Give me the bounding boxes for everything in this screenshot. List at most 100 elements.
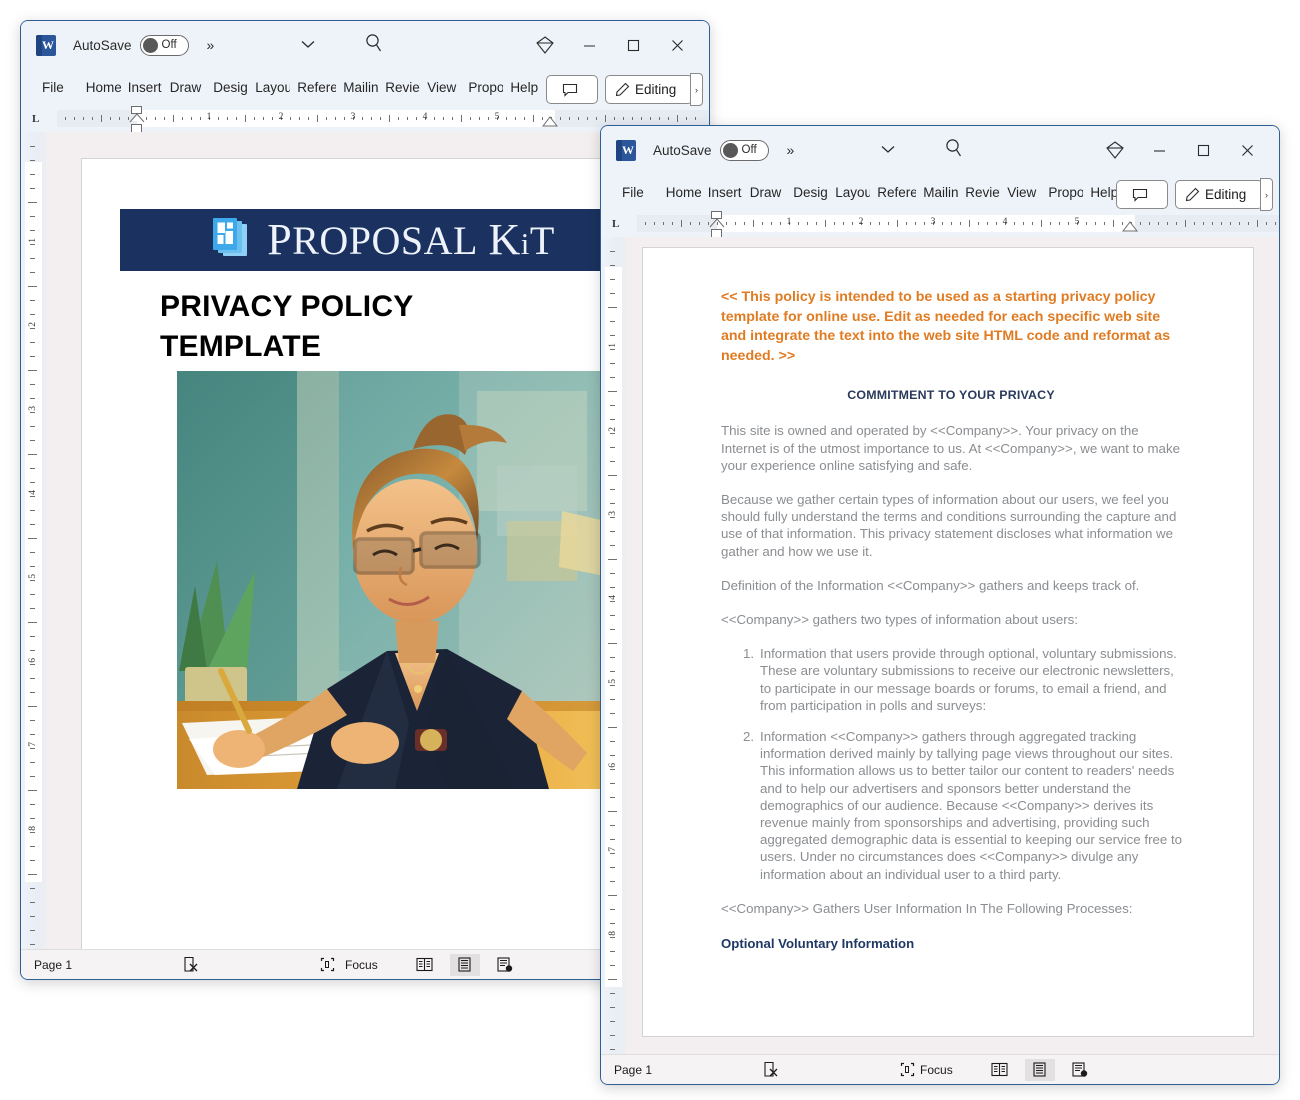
status-bar-front[interactable]: Page 1 Focus (601, 1054, 1279, 1084)
window-controls-front[interactable] (1093, 126, 1269, 174)
tab-mailings[interactable]: Mailings (338, 75, 378, 100)
word-window-front[interactable]: W AutoSave Off » File Home Insert Draw D… (600, 125, 1280, 1085)
ribbon-right-group-back[interactable]: Editing › (546, 73, 703, 106)
ribbon-tabs-back[interactable]: File Home Insert Draw Design Layout Refe… (21, 69, 709, 106)
editing-mode-button[interactable]: Editing (605, 75, 693, 104)
tab-review[interactable]: Review (960, 180, 1000, 205)
tab-review[interactable]: Review (380, 75, 420, 100)
document-illustration[interactable] (177, 371, 605, 789)
minimize-icon[interactable] (567, 25, 611, 65)
proofing-icon[interactable] (182, 956, 200, 973)
ruler-tick (969, 220, 970, 227)
ruler-tick (344, 117, 345, 120)
close-icon[interactable] (655, 25, 699, 65)
title-bar-front[interactable]: W AutoSave Off » (601, 126, 1279, 174)
ruler-tick (1032, 222, 1033, 225)
close-icon[interactable] (1225, 130, 1269, 170)
status-page-number[interactable]: Page 1 (34, 958, 72, 972)
qat-more-button[interactable]: » (787, 142, 795, 158)
tab-insert[interactable]: Insert (123, 75, 163, 100)
document-page-front[interactable]: << This policy is intended to be used as… (642, 247, 1254, 1037)
tab-design[interactable]: Design (208, 75, 248, 100)
document-page-back[interactable]: PROPOSAL KiT PRIVACY POLICY TEMPLATE (81, 158, 661, 949)
view-print-layout-button[interactable] (449, 953, 480, 976)
view-read-mode-button[interactable] (410, 954, 440, 976)
information-types-list: 1. Information that users provide throug… (721, 645, 1187, 883)
proofing-icon[interactable] (762, 1061, 780, 1078)
focus-mode-button[interactable]: Focus (320, 957, 378, 972)
search-icon[interactable] (363, 32, 385, 59)
diamond-icon[interactable] (1093, 130, 1137, 170)
comments-button[interactable] (1116, 180, 1168, 209)
editing-mode-button[interactable]: Editing (1175, 180, 1263, 209)
tab-stop-marker[interactable]: L (612, 218, 619, 230)
ruler-tick (30, 846, 35, 847)
view-print-layout-button[interactable] (1024, 1058, 1055, 1081)
focus-mode-button[interactable]: Focus (900, 1062, 953, 1077)
document-canvas-front[interactable]: 1 2 3 4 5 6 7 8 << This policy is intended to b… (601, 237, 1279, 1054)
vertical-ruler-front[interactable]: 1 2 3 4 5 6 7 8 (601, 237, 626, 1054)
ribbon-tabs-front[interactable]: File Home Insert Draw Design Layout Refe… (601, 174, 1279, 211)
ruler-tick (608, 391, 617, 392)
autosave-toggle[interactable]: Off (719, 139, 769, 161)
ruler-tick (870, 222, 871, 225)
tab-layout[interactable]: Layout (830, 180, 870, 205)
ruler-tick (254, 117, 255, 120)
tab-proposal-kit[interactable]: Proposal Kit (1043, 180, 1083, 205)
minimize-icon[interactable] (1137, 130, 1181, 170)
qat-customize-chevron-down-icon[interactable] (881, 142, 895, 157)
ribbon-overflow-chevron-right-icon[interactable]: › (1260, 178, 1273, 211)
maximize-icon[interactable] (611, 25, 655, 65)
search-icon[interactable] (943, 137, 965, 164)
view-web-layout-button[interactable] (1065, 1059, 1095, 1081)
tab-mailings[interactable]: Mailings (918, 180, 958, 205)
right-indent-marker[interactable] (1122, 220, 1138, 232)
document-body-front: << This policy is intended to be used as… (721, 288, 1182, 951)
ruler-tick (30, 818, 35, 819)
tab-references[interactable]: References (292, 75, 336, 100)
ruler-tick (610, 713, 615, 714)
tab-design[interactable]: Design (788, 180, 828, 205)
autosave-toggle[interactable]: Off (139, 34, 189, 56)
tab-draw[interactable]: Draw (745, 180, 787, 205)
ruler-tick (317, 115, 318, 122)
diamond-icon[interactable] (523, 25, 567, 65)
tab-insert[interactable]: Insert (703, 180, 743, 205)
tab-home[interactable]: Home (81, 75, 121, 100)
comments-button[interactable] (546, 75, 598, 104)
title-bar-back[interactable]: W AutoSave Off » (21, 21, 709, 69)
right-indent-marker[interactable] (542, 115, 558, 127)
ruler-tick (1068, 222, 1069, 225)
tab-draw[interactable]: Draw (165, 75, 207, 100)
ruler-tick (686, 117, 687, 120)
maximize-icon[interactable] (1181, 130, 1225, 170)
horizontal-ruler-front[interactable]: L 1 2 3 4 5 (601, 211, 1279, 238)
tab-view[interactable]: View (422, 75, 461, 100)
tab-stop-marker[interactable]: L (32, 113, 39, 125)
view-web-layout-button[interactable] (490, 954, 520, 976)
ruler-number: 4 (28, 490, 38, 495)
ribbon-right-group-front[interactable]: Editing › (1116, 178, 1273, 211)
status-page-number[interactable]: Page 1 (614, 1063, 652, 1077)
tab-home[interactable]: Home (661, 180, 701, 205)
window-controls-back[interactable] (523, 21, 699, 69)
ruler-tick (610, 923, 615, 924)
tab-help[interactable]: Help (505, 75, 543, 100)
tab-layout[interactable]: Layout (250, 75, 290, 100)
tab-file[interactable]: File (617, 180, 649, 205)
ruler-tick (1050, 222, 1051, 225)
tab-file[interactable]: File (37, 75, 69, 100)
qat-customize-chevron-down-icon[interactable] (301, 37, 315, 52)
tab-view[interactable]: View (1002, 180, 1041, 205)
tab-proposal-kit[interactable]: Proposal Kit (463, 75, 503, 100)
ruler-tick (30, 916, 35, 917)
ruler-tick (610, 447, 615, 448)
vertical-ruler-back[interactable]: 1 2 3 4 5 6 7 8 (21, 132, 46, 949)
tab-references[interactable]: References (872, 180, 916, 205)
ruler-tick (524, 117, 525, 120)
ribbon-overflow-chevron-right-icon[interactable]: › (690, 73, 703, 106)
view-read-mode-button[interactable] (985, 1059, 1015, 1081)
qat-more-button[interactable]: » (207, 37, 215, 53)
ruler-tick (461, 115, 462, 122)
ruler-tick (30, 720, 35, 721)
